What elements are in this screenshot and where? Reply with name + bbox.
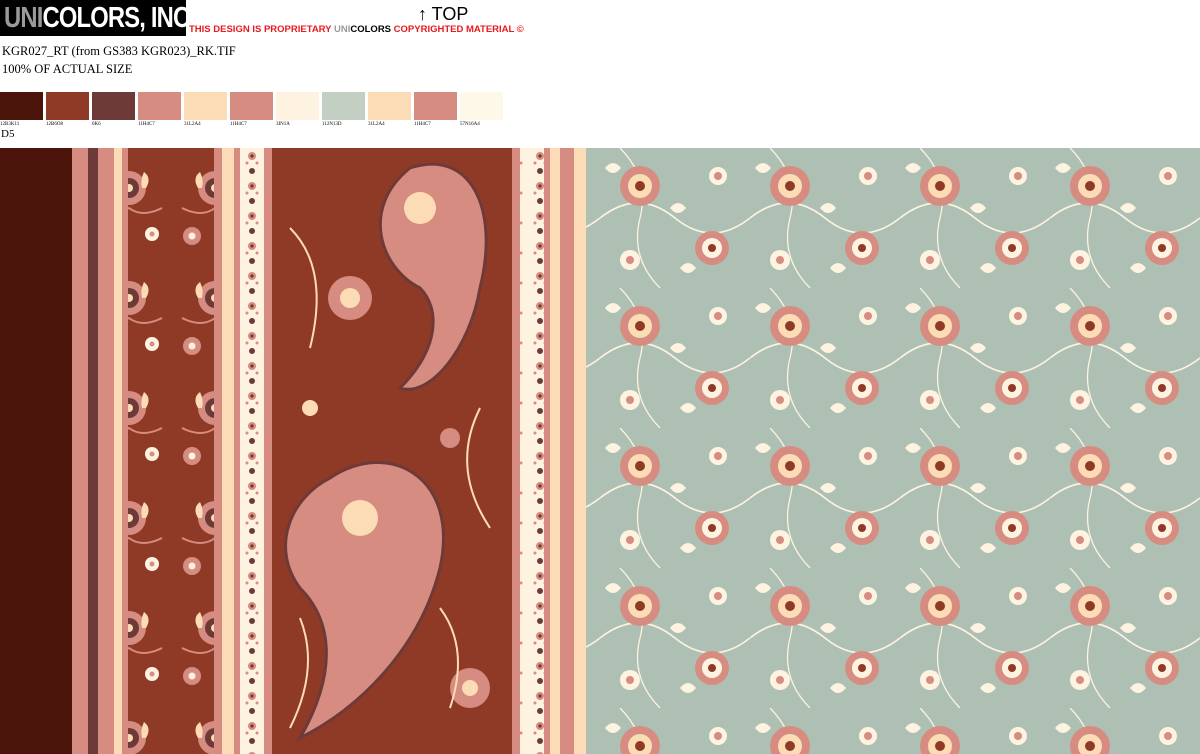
color-swatch: 112N13D <box>322 92 368 130</box>
swatch-code: 12B6O8 <box>46 122 63 127</box>
color-swatch: 31L2A4 <box>368 92 414 130</box>
notice-uni: UNI <box>334 24 351 35</box>
copyright-notice: THIS DESIGN IS PROPRIETARY UNICOLORS COP… <box>189 24 524 35</box>
swatch-chip <box>276 92 319 120</box>
swatch-chip <box>138 92 181 120</box>
logo-rest-text: COLORS, INC. <box>42 1 196 34</box>
color-swatch: 0K6 <box>92 92 138 130</box>
swatch-chip <box>184 92 227 120</box>
swatch-code: 57N16A4 <box>460 122 480 127</box>
notice-text-2: COPYRIGHTED MATERIAL © <box>391 24 524 35</box>
swatch-code: 3IN1A <box>276 122 290 127</box>
notice-text-1: THIS DESIGN IS PROPRIETARY <box>189 24 334 35</box>
color-swatch: 12B3K11 <box>0 92 46 130</box>
color-swatch: 12B6O8 <box>46 92 92 130</box>
color-swatch: 3IN1A <box>276 92 322 130</box>
swatch-chip <box>322 92 365 120</box>
design-artwork <box>0 148 1200 754</box>
swatch-chip <box>414 92 457 120</box>
swatch-code: 31L2A4 <box>368 122 385 127</box>
unicolors-logo: UNICOLORS, INC. <box>0 0 196 36</box>
logo-uni-text: UNI <box>4 1 43 34</box>
color-swatch: 11H4C7 <box>230 92 276 130</box>
swatch-code: 11H4C7 <box>138 122 155 127</box>
swatch-chip <box>46 92 89 120</box>
swatch-chip <box>230 92 273 120</box>
top-orientation-marker: ↑ TOP <box>418 4 469 24</box>
color-swatch-strip: 12B3K11 12B6O8 0K6 11H4C7 31L2A4 11H4C7 3IN1A 1… <box>0 92 506 130</box>
swatch-code: 11H4C7 <box>414 122 431 127</box>
swatch-chip <box>460 92 503 120</box>
swatch-code: 11H4C7 <box>230 122 247 127</box>
color-swatch: 11H4C7 <box>414 92 460 130</box>
color-swatch: 31L2A4 <box>184 92 230 130</box>
notice-colors: COLORS <box>350 24 392 35</box>
color-swatch: 57N16A4 <box>460 92 506 130</box>
swatch-code: 0K6 <box>92 122 101 127</box>
swatch-code: 31L2A4 <box>184 122 201 127</box>
swatch-chip <box>0 92 43 120</box>
scale-note: 100% OF ACTUAL SIZE <box>2 62 133 76</box>
swatch-chip <box>92 92 135 120</box>
color-swatch: 11H4C7 <box>138 92 184 130</box>
file-name: KGR027_RT (from GS383 KGR023)_RK.TIF <box>2 44 236 58</box>
swatch-code: 112N13D <box>322 122 342 127</box>
swatch-chip <box>368 92 411 120</box>
design-label: D5 <box>1 128 15 140</box>
